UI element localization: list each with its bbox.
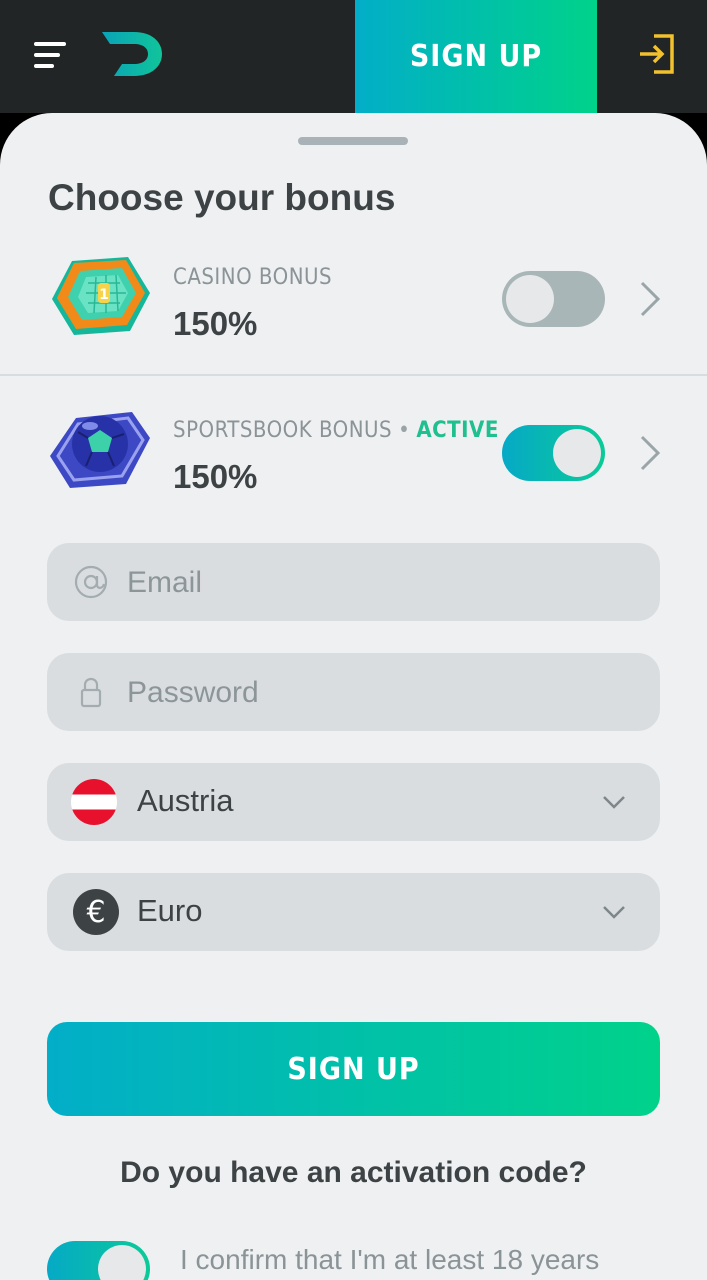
separator-dot: • [398, 418, 411, 443]
signup-sheet: Choose your bonus 1 CASINO BONUS 150% SP… [0, 113, 707, 1280]
toggle-knob [98, 1245, 146, 1280]
toggle-knob [553, 429, 601, 477]
soccer-ball-hexagon-icon [50, 412, 150, 488]
age-confirm-text: I confirm that I'm at least 18 years [180, 1244, 600, 1275]
at-sign-icon [74, 565, 108, 599]
bonus-row-casino[interactable]: 1 CASINO BONUS 150% [0, 233, 707, 383]
country-value: Austria [137, 783, 234, 818]
chevron-right-icon[interactable] [638, 435, 662, 471]
email-input[interactable] [125, 543, 649, 623]
chevron-down-icon [603, 906, 625, 919]
currency-value: Euro [137, 893, 203, 928]
casino-bonus-label: CASINO BONUS [173, 265, 333, 290]
lock-icon [80, 677, 102, 708]
toggle-knob [506, 275, 554, 323]
sportsbook-bonus-status: ACTIVE [416, 418, 499, 443]
euro-icon: € [73, 889, 119, 935]
casino-hexagon-icon: 1 [52, 257, 150, 335]
activation-code-link[interactable]: Do you have an activation code? [0, 1156, 707, 1190]
hamburger-menu-icon[interactable] [34, 40, 70, 70]
sportsbook-bonus-toggle[interactable] [502, 425, 605, 481]
sportsbook-bonus-label: SPORTSBOOK BONUS • ACTIVE [173, 418, 499, 443]
brand-logo[interactable] [100, 30, 164, 78]
casino-bonus-value: 150% [173, 305, 258, 342]
password-input[interactable] [125, 653, 649, 733]
password-field[interactable] [47, 653, 660, 733]
age-confirm-toggle[interactable] [47, 1241, 150, 1280]
login-icon[interactable] [632, 30, 680, 78]
signup-submit-button[interactable]: SIGN UP [47, 1022, 660, 1116]
austria-flag-icon [71, 779, 117, 825]
top-navigation-bar: SIGN UP [0, 0, 707, 113]
country-select[interactable]: Austria [47, 763, 660, 841]
currency-select[interactable]: € Euro [47, 873, 660, 951]
sportsbook-bonus-kind: SPORTSBOOK BONUS [173, 418, 393, 443]
bonus-row-sportsbook[interactable]: SPORTSBOOK BONUS • ACTIVE 150% [0, 386, 707, 536]
chevron-right-icon[interactable] [638, 281, 662, 317]
chevron-down-icon [603, 796, 625, 809]
sheet-drag-handle[interactable] [298, 137, 408, 145]
svg-text:€: € [86, 895, 105, 930]
header-signup-button[interactable]: SIGN UP [355, 0, 597, 113]
bonus-section-title: Choose your bonus [48, 177, 396, 218]
svg-text:1: 1 [99, 287, 109, 303]
casino-bonus-toggle[interactable] [502, 271, 605, 327]
bonus-divider [0, 374, 707, 376]
sportsbook-bonus-value: 150% [173, 458, 258, 495]
email-field[interactable] [47, 543, 660, 623]
